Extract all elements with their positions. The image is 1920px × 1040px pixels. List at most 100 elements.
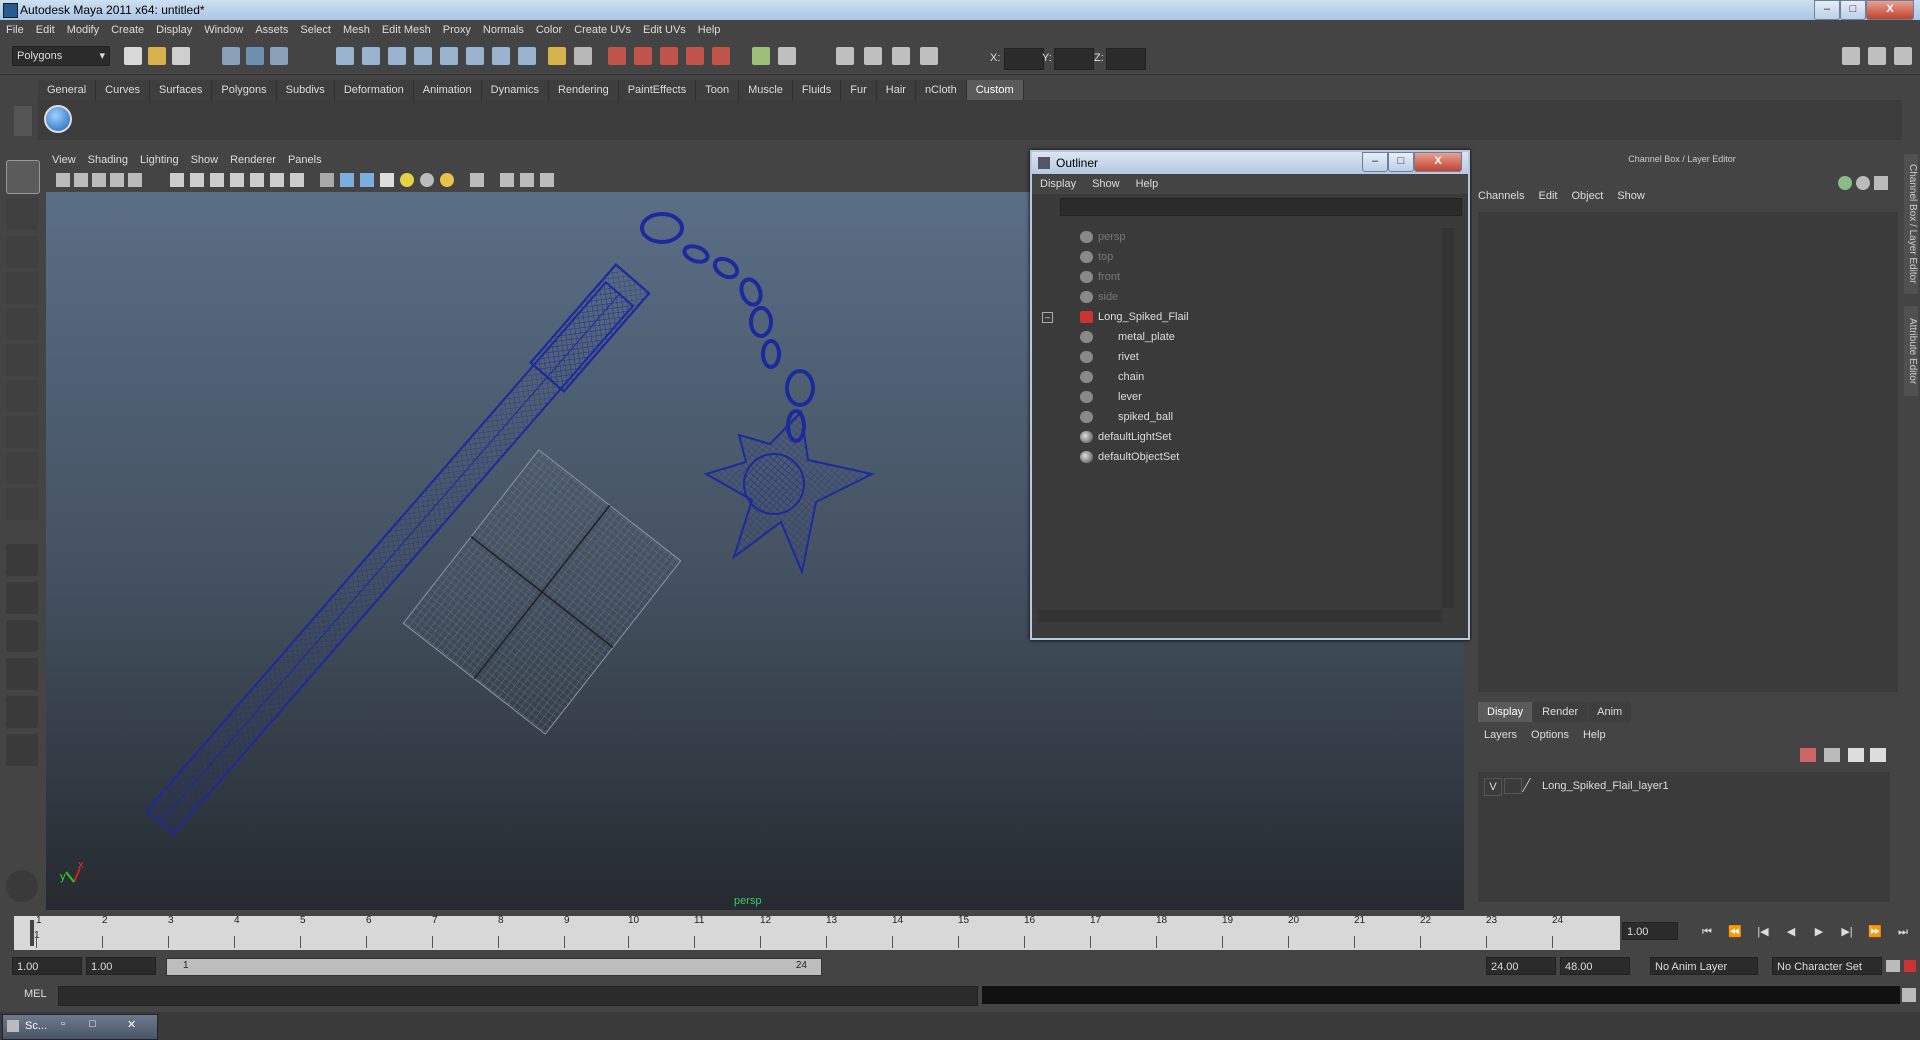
outliner-item-metal-plate[interactable]: metal_plate — [1080, 328, 1175, 346]
y-field[interactable] — [1054, 48, 1094, 70]
hypershade-layout-icon[interactable] — [6, 696, 38, 728]
lasso-tool-icon[interactable] — [6, 198, 38, 230]
toggle-channel-box-icon[interactable] — [1894, 47, 1912, 65]
shelf-tab-deformation[interactable]: Deformation — [334, 80, 414, 100]
wireframe-icon[interactable] — [320, 173, 334, 187]
help-query-icon[interactable] — [518, 47, 536, 65]
new-layer-icon[interactable] — [1800, 748, 1816, 762]
range-slider[interactable]: 1 24 — [166, 958, 822, 976]
xray-components-icon[interactable] — [540, 173, 554, 187]
snap-grid-icon[interactable] — [336, 47, 354, 65]
toggle-attribute-editor-icon[interactable] — [1842, 47, 1860, 65]
ipr-render-icon[interactable] — [634, 47, 652, 65]
snap-live-icon[interactable] — [466, 47, 484, 65]
outliner-item-long-spiked-flail[interactable]: – Long_Spiked_Flail — [1038, 308, 1189, 326]
transform-box-icon[interactable] — [836, 47, 854, 65]
shelf-tab-hair[interactable]: Hair — [876, 80, 916, 100]
step-back-key-icon[interactable]: ⏪ — [1726, 924, 1744, 940]
outliner-window[interactable]: Outliner – □ X Display Show Help persp top… — [1030, 150, 1470, 640]
time-slider[interactable]: 1 1 2 3 4 5 6 7 8 9 10 11 12 13 14 15 16… — [14, 915, 1620, 950]
side-tab-channel-box[interactable]: Channel Box / Layer Editor — [1904, 154, 1918, 294]
shelf-tab-toon[interactable]: Toon — [696, 80, 740, 100]
move-layer-down-icon[interactable] — [1870, 748, 1886, 762]
menu-edit-uvs[interactable]: Edit UVs — [637, 20, 692, 40]
paint-select-tool-icon[interactable] — [6, 236, 38, 268]
selection-input-icon[interactable] — [752, 47, 770, 65]
outliner-item-chain[interactable]: chain — [1080, 368, 1144, 386]
save-scene-icon[interactable] — [172, 47, 190, 65]
go-to-start-icon[interactable]: ⏮ — [1698, 924, 1716, 940]
side-tab-attribute-editor[interactable]: Attribute Editor — [1904, 306, 1918, 396]
textured-icon[interactable] — [380, 173, 394, 187]
go-to-end-icon[interactable]: ⏭ — [1894, 924, 1912, 940]
viewport-menu-renderer[interactable]: Renderer — [224, 150, 282, 170]
sculpt-tool-icon[interactable] — [6, 870, 38, 902]
shelf-tab-curves[interactable]: Curves — [96, 80, 150, 100]
step-forward-key-icon[interactable]: ⏩ — [1866, 924, 1884, 940]
viewport-menu-view[interactable]: View — [46, 150, 82, 170]
shelf-tab-general[interactable]: General — [38, 80, 97, 100]
play-backward-icon[interactable]: ◀ — [1782, 924, 1800, 940]
move-layer-up-icon[interactable] — [1848, 748, 1864, 762]
show-manipulator-icon[interactable] — [6, 452, 38, 484]
new-scene-icon[interactable] — [124, 47, 142, 65]
outliner-item-side[interactable]: side — [1080, 288, 1118, 306]
transform-mode-icon[interactable] — [920, 47, 938, 65]
construction-history-icon[interactable] — [548, 47, 566, 65]
resolution-gate-icon[interactable] — [210, 173, 224, 187]
rotate-tool-icon[interactable] — [6, 308, 38, 340]
layer-name[interactable]: Long_Spiked_Flail_layer1 — [1542, 778, 1669, 794]
outliner-item-rivet[interactable]: rivet — [1080, 348, 1139, 366]
command-input[interactable] — [58, 986, 978, 1006]
viewport-menu-panels[interactable]: Panels — [282, 150, 328, 170]
two-d-pan-icon[interactable] — [128, 173, 142, 187]
menu-select[interactable]: Select — [294, 20, 337, 40]
checkmark-shelf-icon[interactable] — [44, 105, 72, 133]
maximize-button[interactable]: □ — [1840, 0, 1866, 20]
shelf-tab-custom[interactable]: Custom — [966, 80, 1024, 100]
playback-end-field[interactable]: 24.00 — [1486, 957, 1556, 975]
layer-type-toggle[interactable] — [1504, 778, 1522, 794]
anim-layer-dropdown[interactable]: No Anim Layer — [1650, 957, 1758, 975]
menu-color[interactable]: Color — [530, 20, 568, 40]
persp-outliner-layout-icon[interactable] — [6, 620, 38, 652]
hypershade-icon[interactable] — [686, 47, 704, 65]
outliner-menu-help[interactable]: Help — [1128, 178, 1167, 190]
outliner-titlebar[interactable]: Outliner – □ X — [1032, 152, 1468, 174]
layer-visibility-toggle[interactable]: V — [1484, 778, 1502, 796]
snap-plane-icon[interactable] — [414, 47, 432, 65]
render-frame-icon[interactable] — [608, 47, 626, 65]
shelf-tab-subdivs[interactable]: Subdivs — [276, 80, 335, 100]
safe-action-icon[interactable] — [270, 173, 284, 187]
select-tool-icon[interactable] — [6, 160, 40, 194]
camera-select-icon[interactable] — [56, 173, 70, 187]
outliner-minimize-button[interactable]: – — [1362, 152, 1388, 172]
character-set-dropdown[interactable]: No Character Set — [1772, 957, 1882, 975]
move-tool-icon[interactable] — [6, 272, 38, 304]
shelf-tab-fur[interactable]: Fur — [841, 80, 877, 100]
last-tool-icon[interactable] — [6, 488, 38, 520]
render-view-icon[interactable] — [712, 47, 730, 65]
transform-relative-icon[interactable] — [864, 47, 882, 65]
outliner-item-top[interactable]: top — [1080, 248, 1113, 266]
shelf-tab-animation[interactable]: Animation — [413, 80, 482, 100]
outliner-vertical-scrollbar[interactable] — [1442, 228, 1454, 608]
transform-absolute-icon[interactable] — [892, 47, 910, 65]
image-plane-icon[interactable] — [110, 173, 124, 187]
open-scene-icon[interactable] — [148, 47, 166, 65]
snap-point-icon[interactable] — [388, 47, 406, 65]
animation-preferences-icon[interactable] — [1904, 960, 1916, 972]
input-output-icon[interactable] — [574, 47, 592, 65]
step-back-frame-icon[interactable]: |◀ — [1754, 924, 1772, 940]
outliner-item-default-light-set[interactable]: defaultLightSet — [1080, 428, 1171, 446]
four-view-layout-icon[interactable] — [6, 582, 38, 614]
wireframe-on-shaded-icon[interactable] — [360, 173, 374, 187]
key-icon[interactable] — [1886, 960, 1900, 972]
channel-box-toggle-icon[interactable] — [1838, 176, 1852, 190]
outliner-horizontal-scrollbar[interactable] — [1038, 610, 1442, 622]
outliner-menu-show[interactable]: Show — [1084, 178, 1128, 190]
outliner-item-lever[interactable]: lever — [1080, 388, 1142, 406]
restore-icon[interactable]: ▫ — [61, 1018, 77, 1034]
shelf-tab-muscle[interactable]: Muscle — [739, 80, 793, 100]
layer-editor-toggle-icon[interactable] — [1856, 176, 1870, 190]
